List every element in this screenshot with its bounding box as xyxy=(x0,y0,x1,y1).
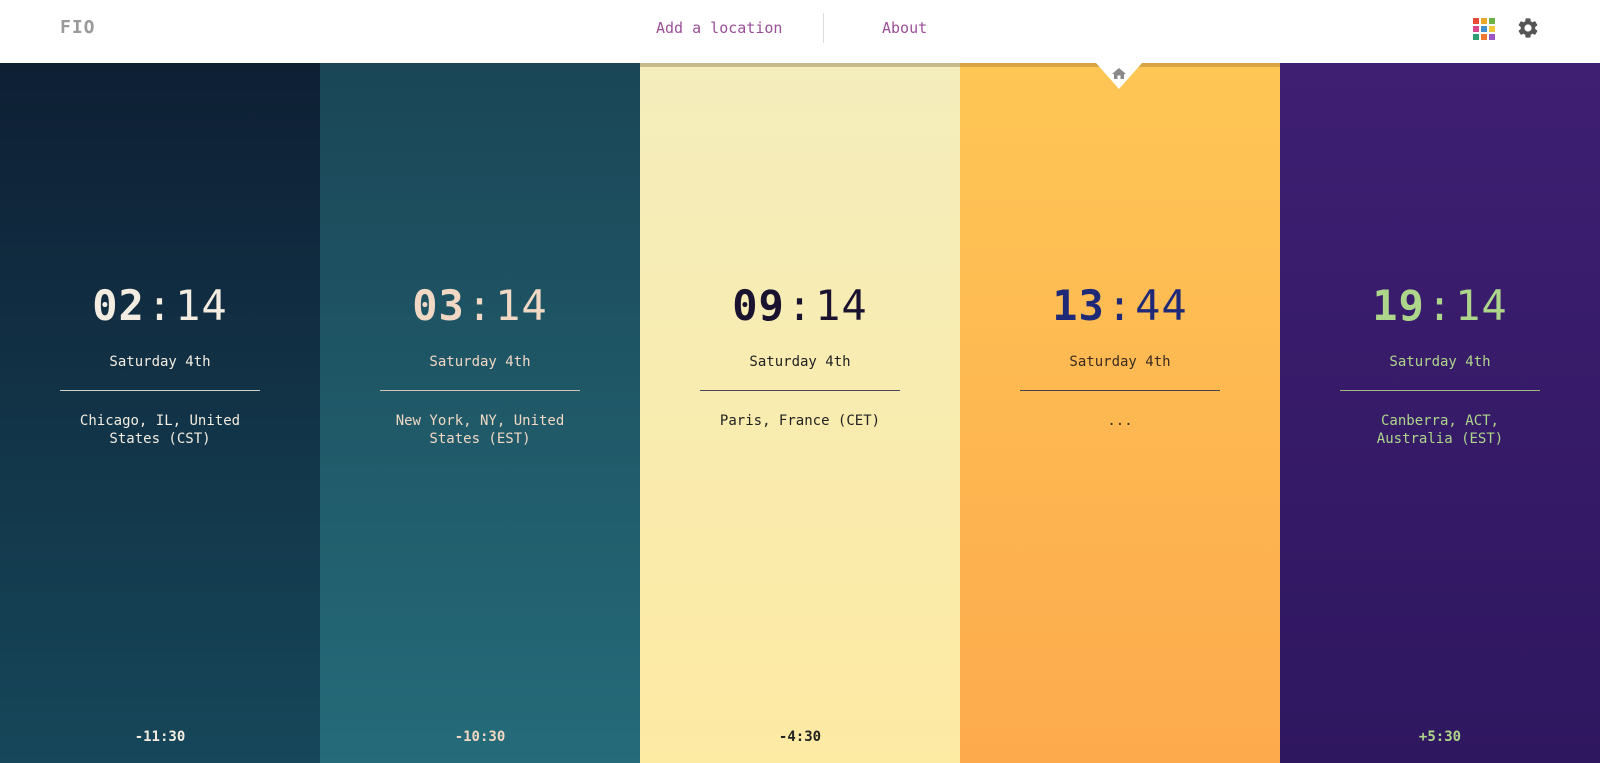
date-label: Saturday 4th xyxy=(749,354,851,370)
city-label: Canberra, ACT, Australia (EST) xyxy=(1376,413,1504,447)
time-display: 13:44 xyxy=(960,285,1280,327)
time-hours: 09 xyxy=(732,281,785,330)
add-location-link[interactable]: Add a location xyxy=(656,19,782,37)
divider-line xyxy=(380,390,580,391)
location-column-canberra[interactable]: 19:14 Saturday 4th Canberra, ACT, Austra… xyxy=(1280,63,1600,763)
nav-divider xyxy=(823,13,824,43)
home-icon[interactable] xyxy=(1096,63,1142,89)
time-separator: : xyxy=(146,281,174,330)
time-hours: 13 xyxy=(1052,281,1105,330)
time-minutes: 44 xyxy=(1135,281,1188,330)
about-link[interactable]: About xyxy=(882,19,927,37)
time-columns: 02:14 Saturday 4th Chicago, IL, United S… xyxy=(0,63,1600,763)
gear-icon[interactable] xyxy=(1516,16,1540,40)
time-minutes: 14 xyxy=(815,281,868,330)
time-hours: 03 xyxy=(412,281,465,330)
time-display: 02:14 xyxy=(0,285,320,327)
time-minutes: 14 xyxy=(175,281,228,330)
date-label: Saturday 4th xyxy=(1389,354,1491,370)
location-column-chicago[interactable]: 02:14 Saturday 4th Chicago, IL, United S… xyxy=(0,63,320,763)
time-separator: : xyxy=(466,281,494,330)
time-minutes: 14 xyxy=(495,281,548,330)
time-display: 09:14 xyxy=(640,285,960,327)
location-column-home[interactable]: 13:44 Saturday 4th ... xyxy=(960,63,1280,763)
city-label: Chicago, IL, United States (CST) xyxy=(79,413,241,447)
offset-label: -10:30 xyxy=(454,729,506,745)
apps-grid-icon[interactable] xyxy=(1473,18,1495,40)
time-hours: 02 xyxy=(92,281,145,330)
date-label: Saturday 4th xyxy=(1069,354,1171,370)
city-label: Paris, France (CET) xyxy=(719,413,881,429)
date-label: Saturday 4th xyxy=(109,354,211,370)
divider-line xyxy=(1020,390,1220,391)
offset-label: +5:30 xyxy=(1418,729,1462,745)
time-minutes: 14 xyxy=(1455,281,1508,330)
time-separator: : xyxy=(1426,281,1454,330)
top-bar: FIO Add a location About xyxy=(0,0,1600,63)
time-separator: : xyxy=(786,281,814,330)
offset-label: -4:30 xyxy=(778,729,822,745)
date-label: Saturday 4th xyxy=(429,354,531,370)
offset-label: -11:30 xyxy=(134,729,186,745)
app-logo[interactable]: FIO xyxy=(60,17,96,38)
divider-line xyxy=(700,390,900,391)
city-label: ... xyxy=(1107,413,1133,429)
time-display: 19:14 xyxy=(1280,285,1600,327)
city-label: New York, NY, United States (EST) xyxy=(395,413,565,447)
location-column-new-york[interactable]: 03:14 Saturday 4th New York, NY, United … xyxy=(320,63,640,763)
time-display: 03:14 xyxy=(320,285,640,327)
divider-line xyxy=(60,390,260,391)
column-top-accent xyxy=(640,63,960,67)
location-column-paris[interactable]: 09:14 Saturday 4th Paris, France (CET) -… xyxy=(640,63,960,763)
time-separator: : xyxy=(1106,281,1134,330)
divider-line xyxy=(1340,390,1540,391)
time-hours: 19 xyxy=(1372,281,1425,330)
